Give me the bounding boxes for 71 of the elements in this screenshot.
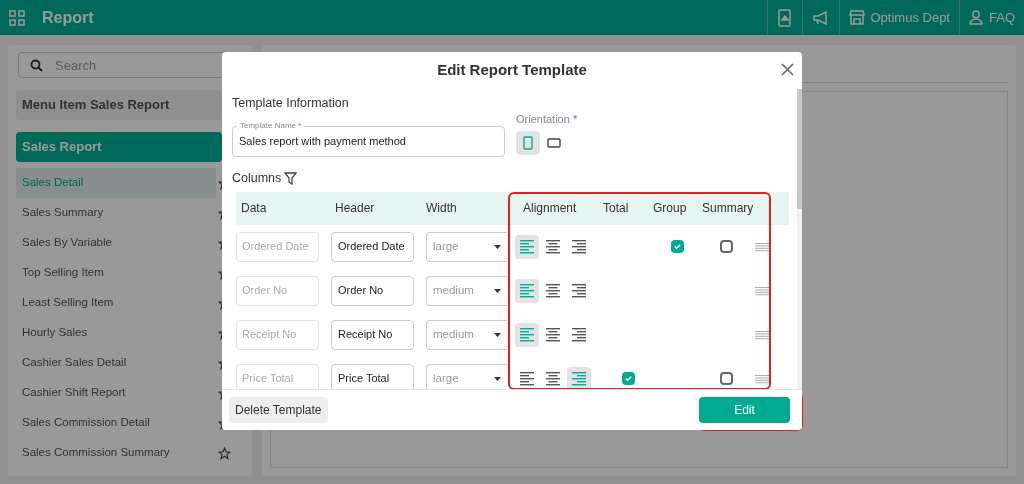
portrait-icon: [523, 135, 533, 150]
sidebar-item[interactable]: Hourly Sales: [16, 318, 216, 348]
filter-icon[interactable]: [284, 171, 298, 185]
column-header: Summary: [702, 200, 755, 217]
drag-handle-icon[interactable]: [755, 329, 769, 340]
caret-icon: [494, 376, 501, 381]
sidebar-item[interactable]: Least Selling Item: [16, 288, 216, 318]
report-category[interactable]: Menu Item Sales Report: [16, 90, 222, 120]
sidebar-item[interactable]: Sales Commission Detail: [16, 408, 216, 438]
align-right-icon: [570, 326, 588, 343]
column-header: Header: [334, 200, 376, 217]
group-checkbox[interactable]: [671, 240, 684, 253]
close-icon[interactable]: [781, 63, 794, 76]
header-field[interactable]: Receipt No: [331, 319, 414, 350]
landscape-icon: [547, 137, 561, 148]
total-checkbox[interactable]: [622, 372, 635, 385]
drag-handle-icon[interactable]: [755, 241, 769, 252]
store-icon: [848, 10, 865, 25]
dialog-title: Edit Report Template: [437, 60, 587, 81]
align-left-icon: [518, 370, 536, 387]
column-header: Group: [653, 200, 688, 217]
caret-icon: [494, 288, 501, 293]
column-header: Total: [603, 200, 630, 217]
columns-heading: Columns: [232, 169, 282, 187]
caret-icon: [494, 244, 501, 249]
drag-handle-icon[interactable]: [755, 285, 769, 296]
caret-icon: [494, 332, 501, 337]
summary-checkbox[interactable]: [720, 240, 733, 253]
data-field[interactable]: Receipt No: [236, 319, 319, 350]
data-field[interactable]: Ordered Date: [236, 231, 319, 262]
summary-checkbox[interactable]: [720, 372, 733, 385]
align-left-icon: [518, 326, 536, 343]
align-center-icon: [544, 370, 562, 387]
drag-handle-icon[interactable]: [755, 373, 769, 384]
align-right-icon: [570, 370, 588, 387]
star-icon[interactable]: [218, 446, 231, 460]
check-icon: [624, 374, 633, 383]
align-left-icon: [518, 282, 536, 299]
column-header: Width: [426, 200, 458, 217]
sidebar-item[interactable]: Top Selling Item: [16, 258, 216, 288]
width-select[interactable]: medium: [426, 319, 507, 350]
align-center-icon: [544, 282, 562, 299]
column-header: Data: [240, 200, 268, 217]
orientation-label: Orientation *: [516, 112, 578, 127]
sidebar-item[interactable]: Cashier Shift Report: [16, 378, 216, 408]
align-right-icon: [570, 238, 588, 255]
sidebar-item[interactable]: Cashier Sales Detail: [16, 348, 216, 378]
align-right-button[interactable]: [567, 366, 591, 389]
edit-button[interactable]: Edit: [699, 397, 790, 423]
report-category[interactable]: Sales Report: [16, 132, 222, 162]
header-field[interactable]: Ordered Date: [331, 231, 414, 262]
store-button[interactable]: Optimus Dept: [838, 0, 959, 35]
width-select[interactable]: large: [426, 231, 507, 262]
align-center-icon: [544, 238, 562, 255]
data-field[interactable]: Order No: [236, 275, 319, 306]
sidebar-item[interactable]: Sales Commission Summary: [16, 438, 216, 468]
width-select[interactable]: medium: [426, 275, 507, 306]
section-heading: Template Information: [232, 95, 350, 112]
align-center-icon: [544, 326, 562, 343]
delete-template-button[interactable]: Delete Template: [229, 397, 328, 423]
header-field[interactable]: Order No: [331, 275, 414, 306]
align-right-icon: [570, 282, 588, 299]
align-left-icon: [518, 238, 536, 255]
check-icon: [673, 242, 682, 251]
page-title: Report: [42, 7, 94, 28]
faq-button[interactable]: FAQ: [959, 0, 1024, 35]
user-icon: [969, 10, 983, 25]
search-icon: [30, 59, 43, 72]
sidebar-item[interactable]: Sales Summary: [16, 198, 216, 228]
sidebar-item[interactable]: Sales By Variable: [16, 228, 216, 258]
column-header: Alignment: [522, 200, 578, 217]
